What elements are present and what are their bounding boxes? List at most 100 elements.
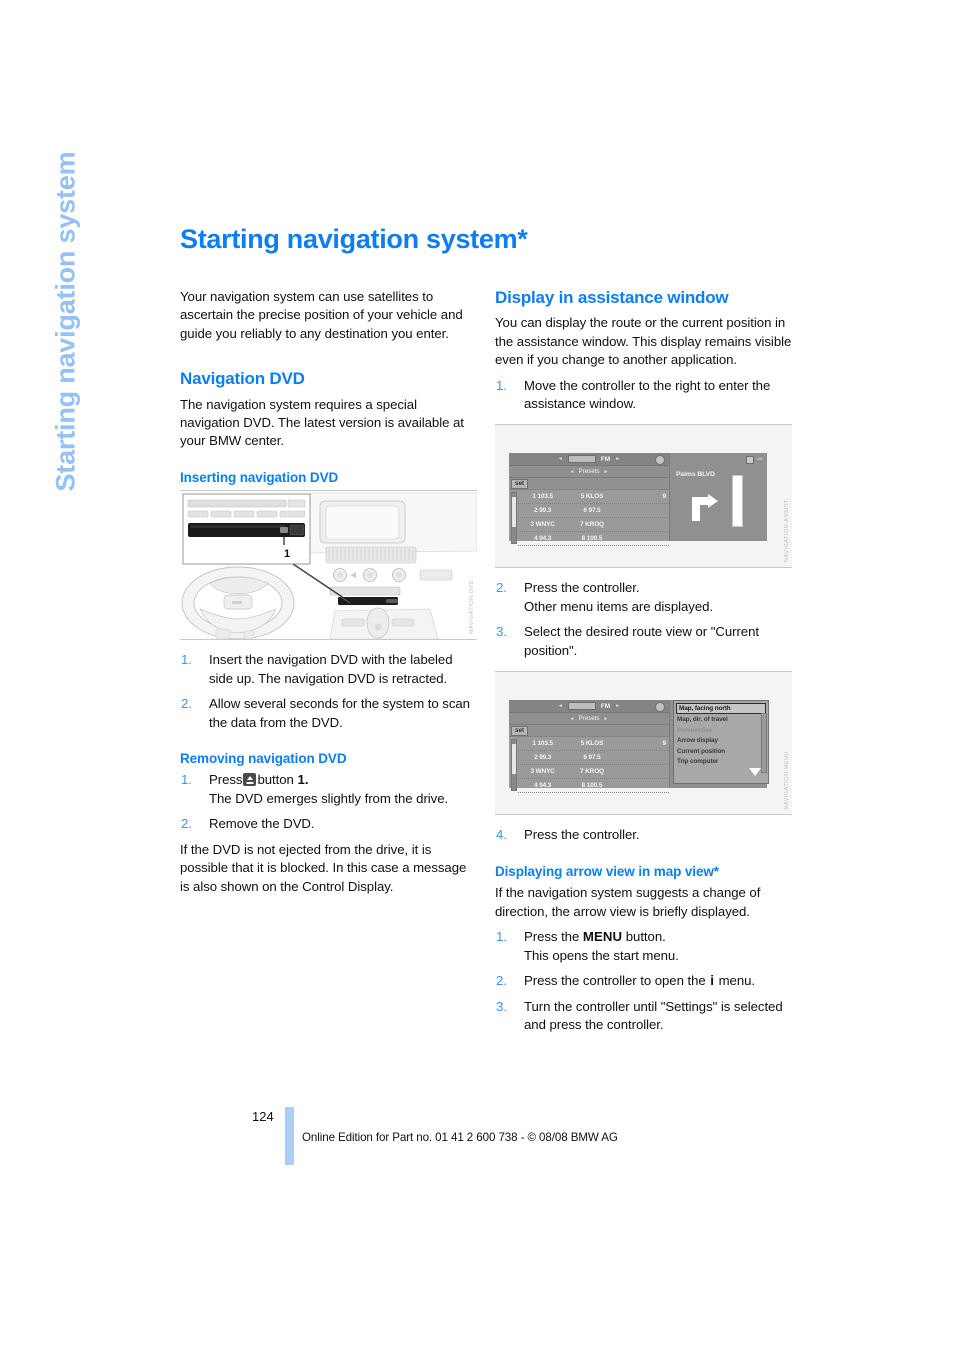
footer-edition-text: Online Edition for Part no. 01 41 2 600 … <box>302 1131 618 1144</box>
running-head-label: Starting navigation system <box>50 151 81 492</box>
step-number: 1. <box>496 929 507 945</box>
dashboard-figure: 1 MAVIGATION-DVD <box>180 490 477 641</box>
menu-item-arrow-display[interactable]: Arrow display <box>677 736 766 747</box>
list-item: 3. Turn the controller until "Settings" … <box>495 998 792 1035</box>
turn-right-arrow-icon <box>692 494 722 522</box>
lock-icon <box>655 455 665 466</box>
figure-code: NAVIGATION-ASSIST <box>784 499 790 563</box>
page-content: Starting navigation system* Your navigat… <box>180 0 954 1350</box>
preset-right: 6 97.5 <box>583 754 601 762</box>
menu-item-map-dir-of-travel[interactable]: Map, dir. of travel <box>677 715 766 726</box>
assistance-steps-before: 1. Move the controller to the right to e… <box>495 377 792 414</box>
tab-box-icon[interactable] <box>567 702 596 711</box>
preset-row[interactable]: 1 103.5 5 KLOS 9 <box>518 490 669 505</box>
radio-tabbar: ◄ FM ► <box>509 700 669 714</box>
step-text-pre: Press the controller to open the <box>524 973 706 989</box>
scrollbar[interactable] <box>511 739 517 792</box>
presets-label: Presets <box>578 468 600 476</box>
preset-right: 5 KLOS <box>580 740 604 748</box>
preset-list: 1 103.5 5 KLOS 9 2 99.3 6 97.5 3 WNYC 7 … <box>509 737 669 794</box>
preset-row[interactable]: 2 99.3 6 97.5 <box>518 504 669 519</box>
preset-left: 2 99.3 <box>534 754 552 762</box>
assistance-status-icons: ⇨ <box>746 456 763 465</box>
chevron-right-icon[interactable]: ► <box>603 716 608 722</box>
lock-icon <box>655 702 665 713</box>
page-marker-bar <box>285 1107 294 1165</box>
preset-row[interactable]: 3 WNYC 7 KROQ <box>518 765 669 780</box>
set-button[interactable]: set <box>511 726 528 737</box>
preset-row[interactable]: 3 WNYC 7 KROQ <box>518 518 669 533</box>
page-footer <box>0 1230 954 1350</box>
preset-left: 1 103.5 <box>532 493 553 501</box>
menu-item-current-position[interactable]: Current position <box>677 747 766 758</box>
chevron-left-icon[interactable]: ◄ <box>558 703 563 709</box>
chevron-right-icon[interactable]: ► <box>603 469 608 475</box>
step-text: Move the controller to the right to ente… <box>524 377 771 411</box>
step-text: Remove the DVD. <box>209 816 315 832</box>
preset-left: 1 103.5 <box>532 740 553 748</box>
step-text-bold: 1. <box>297 772 309 788</box>
preset-right: 8 100.5 <box>581 782 603 790</box>
figure-code: MAVIGATION-DVD <box>469 579 475 635</box>
dashboard-illustration: 1 <box>180 491 477 640</box>
page-number: 124 <box>252 1109 274 1124</box>
preset-list: 1 103.5 5 KLOS 9 2 99.3 6 97.5 3 WNYC 7 … <box>509 490 669 547</box>
set-button[interactable]: set <box>511 479 528 490</box>
assistance-window-2: Map, facing north Map, dir. of travel Pe… <box>670 700 769 789</box>
assistance-window-body: You can display the route or the current… <box>495 315 792 368</box>
set-row: set <box>509 478 669 491</box>
tab-box-icon[interactable] <box>567 455 596 464</box>
removing-steps-list: 1. Press button 1. The DVD emerges slight… <box>180 771 477 833</box>
list-item: 2. Remove the DVD. <box>180 815 477 833</box>
step-text-pre: Press <box>209 772 243 788</box>
menu-scrollbar[interactable] <box>761 713 767 774</box>
step-subtext: The DVD emerges slightly from the drive. <box>209 790 449 806</box>
chevron-right-icon[interactable]: ► <box>615 703 620 709</box>
menu-item-trip-computer[interactable]: Trip computer <box>677 757 766 768</box>
list-item: 1. Move the controller to the right to e… <box>495 377 792 414</box>
step-number: 1. <box>181 652 192 668</box>
list-item: 4. Press the controller. <box>495 826 792 844</box>
tab-fm[interactable]: FM <box>601 703 610 710</box>
preset-row[interactable]: 4 94.3 8 100.5 <box>518 779 669 794</box>
preset-row[interactable]: 1 103.5 5 KLOS 9 <box>518 737 669 752</box>
arrow-view-heading: Displaying arrow view in map view* <box>495 863 719 879</box>
preset-row[interactable]: 2 99.3 6 97.5 <box>518 751 669 766</box>
arrow-view-body: If the navigation system suggests a chan… <box>495 885 761 919</box>
preset-right: 8 100.5 <box>581 535 603 543</box>
info-icon: i <box>710 973 714 989</box>
chevron-down-icon[interactable] <box>749 768 761 777</box>
preset-left: 4 94.3 <box>534 782 552 790</box>
presets-bar[interactable]: ◄ Presets ► <box>509 713 669 726</box>
left-column: Your navigation system can use satellite… <box>180 288 477 896</box>
presets-bar[interactable]: ◄ Presets ► <box>509 466 669 479</box>
chevron-left-icon[interactable]: ◄ <box>558 456 563 462</box>
assistance-steps-mid: 2. Press the controller. Other menu item… <box>495 579 792 660</box>
scrollbar[interactable] <box>511 492 517 545</box>
chevron-right-icon[interactable]: ► <box>615 456 620 462</box>
step-text-pre: Press the <box>524 929 580 945</box>
preset-left: 3 WNYC <box>530 521 555 529</box>
right-column: Display in assistance window You can dis… <box>495 288 792 1035</box>
running-head: Starting navigation system <box>0 0 180 700</box>
step-number: 1. <box>496 377 507 393</box>
preset-row[interactable]: 4 94.3 8 100.5 <box>518 532 669 547</box>
arrow-view-steps-list: 1. Press the MENU button. This opens the… <box>495 928 792 1035</box>
chevron-left-icon[interactable]: ◄ <box>570 716 575 722</box>
preset-left: 4 94.3 <box>534 535 552 543</box>
chevron-left-icon[interactable]: ◄ <box>570 469 575 475</box>
step-text: Allow several seconds for the system to … <box>209 696 470 730</box>
radio-panel: ◄ FM ► ◄ Presets ► set 1 103.5 5 KLOS 9 … <box>509 700 670 794</box>
list-item: 1. Press the MENU button. This opens the… <box>495 928 792 965</box>
svg-text:1: 1 <box>284 548 290 560</box>
route-view-menu: Map, facing north Map, dir. of travel Pe… <box>673 700 769 785</box>
tab-fm[interactable]: FM <box>601 456 610 463</box>
menu-item-perspective[interactable]: Perspective <box>677 726 766 737</box>
step-subtext: This opens the start menu. <box>524 947 679 963</box>
menu-item-map-facing-north[interactable]: Map, facing north <box>676 703 766 715</box>
